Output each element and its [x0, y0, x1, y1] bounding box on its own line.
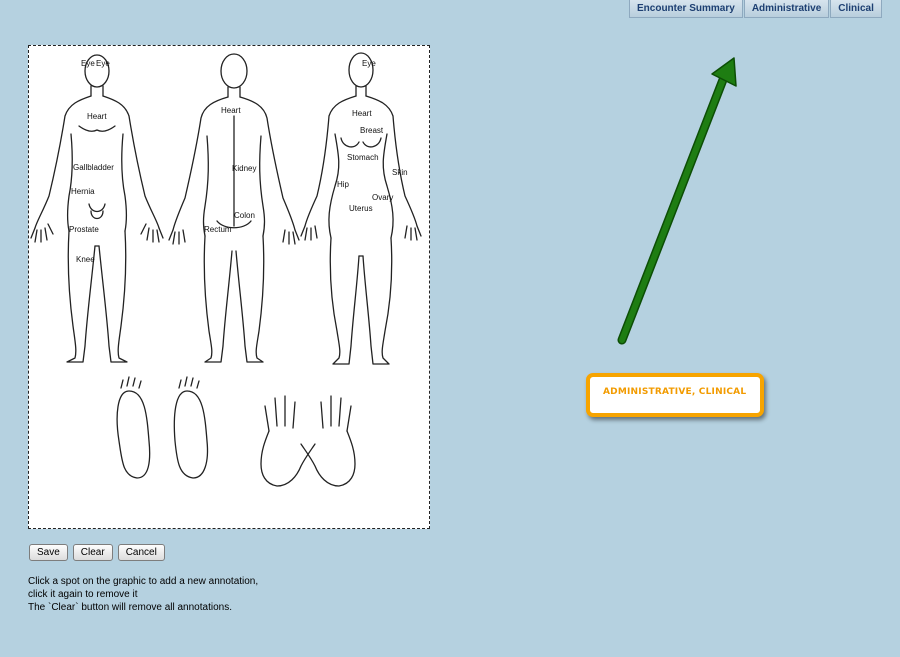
- label-heart-front[interactable]: Heart: [87, 112, 107, 121]
- label-skin[interactable]: Skin: [392, 168, 408, 177]
- top-tab-strip: Encounter Summary Administrative Clinica…: [629, 0, 883, 18]
- label-uterus[interactable]: Uterus: [349, 204, 373, 213]
- tab-administrative[interactable]: Administrative: [743, 0, 830, 18]
- label-rectum[interactable]: Rectum: [204, 225, 232, 234]
- instruction-line-1: Click a spot on the graphic to add a new…: [28, 576, 259, 587]
- label-ovary[interactable]: Ovary: [372, 193, 393, 202]
- label-eye-female[interactable]: Eye: [362, 59, 376, 68]
- tab-encounter-summary[interactable]: Encounter Summary: [629, 0, 743, 18]
- label-kidney[interactable]: Kidney: [232, 164, 256, 173]
- label-eye-right[interactable]: Eye: [96, 59, 110, 68]
- feet-drawing: [116, 376, 209, 479]
- instruction-line-3: The `Clear` button will remove all annot…: [28, 602, 232, 613]
- label-eye-left[interactable]: Eye: [81, 59, 95, 68]
- label-hernia[interactable]: Hernia: [71, 187, 95, 196]
- label-gallbladder[interactable]: Gallbladder: [73, 163, 114, 172]
- instruction-line-2: click it again to remove it: [28, 589, 138, 600]
- label-heart-back[interactable]: Heart: [221, 106, 241, 115]
- label-hip[interactable]: Hip: [337, 180, 349, 189]
- label-knee[interactable]: Knee: [76, 255, 95, 264]
- label-breast[interactable]: Breast: [360, 126, 383, 135]
- tab-clinical[interactable]: Clinical: [830, 0, 882, 18]
- body-diagram-canvas[interactable]: Eye Eye Heart Gallbladder Hernia Prostat…: [28, 45, 430, 529]
- callout-text: Administrative, Clinical: [603, 387, 747, 397]
- label-colon[interactable]: Colon: [234, 211, 255, 220]
- annotation-callout[interactable]: Administrative, Clinical: [586, 373, 764, 417]
- green-arrow-icon: [617, 57, 737, 345]
- instructions: Click a spot on the graphic to add a new…: [28, 575, 258, 614]
- save-button[interactable]: Save: [29, 544, 68, 561]
- back-figure: [168, 53, 300, 363]
- hands-drawing: [260, 395, 356, 487]
- page: Encounter Summary Administrative Clinica…: [0, 0, 900, 657]
- action-button-row: Save Clear Cancel: [29, 544, 165, 561]
- label-heart-female[interactable]: Heart: [352, 109, 372, 118]
- label-prostate[interactable]: Prostate: [69, 225, 99, 234]
- male-front-figure: [30, 54, 164, 363]
- cancel-button[interactable]: Cancel: [117, 544, 165, 561]
- clear-button[interactable]: Clear: [72, 544, 113, 561]
- label-stomach[interactable]: Stomach: [347, 153, 379, 162]
